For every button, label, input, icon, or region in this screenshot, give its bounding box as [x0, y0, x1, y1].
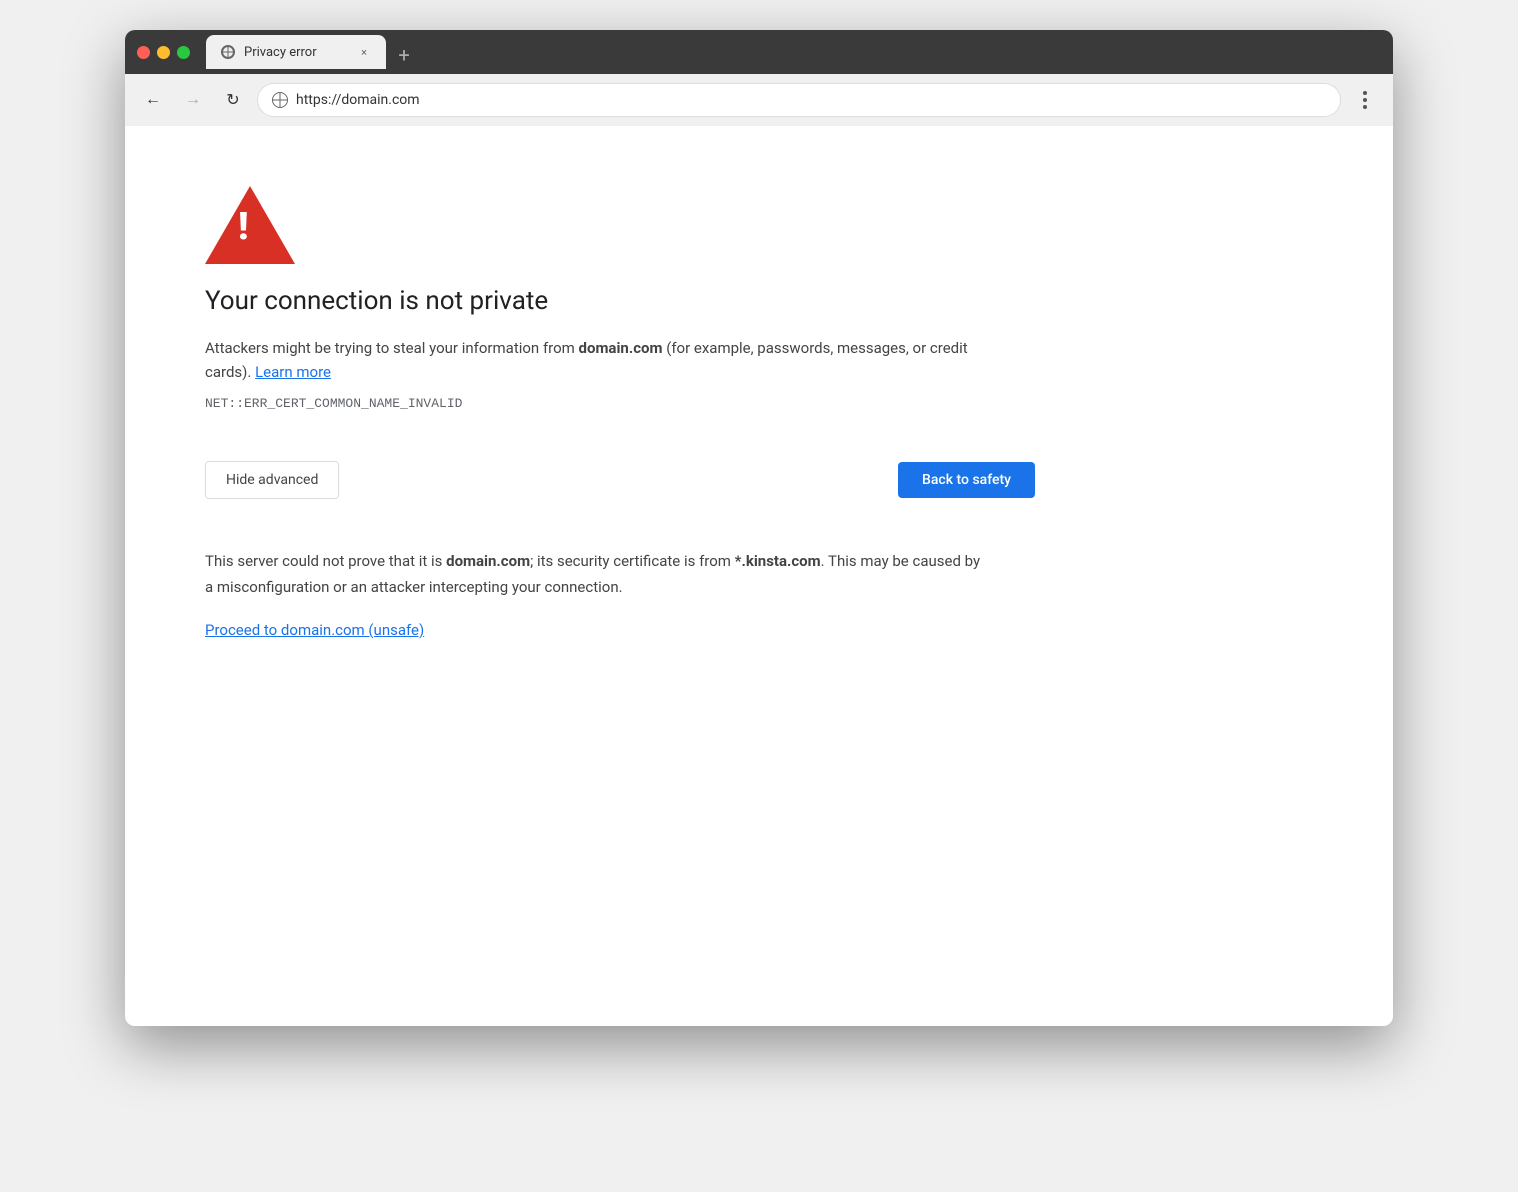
minimize-window-button[interactable]	[157, 46, 170, 59]
learn-more-link[interactable]: Learn more	[255, 363, 331, 381]
maximize-window-button[interactable]	[177, 46, 190, 59]
description-domain: domain.com	[579, 339, 663, 357]
title-bar: Privacy error × +	[125, 30, 1393, 74]
back-to-safety-button[interactable]: Back to safety	[898, 462, 1035, 498]
tab-favicon	[220, 44, 236, 60]
address-globe-icon	[272, 92, 288, 108]
browser-menu-button[interactable]	[1349, 84, 1381, 116]
traffic-lights	[137, 46, 190, 59]
reload-button[interactable]: ↻	[217, 84, 249, 116]
address-text: https://domain.com	[296, 92, 1326, 108]
nav-bar: ← → ↻ https://domain.com	[125, 74, 1393, 126]
tab-globe-icon	[221, 45, 235, 59]
browser-tab[interactable]: Privacy error ×	[206, 35, 386, 69]
browser-window: Privacy error × + ← → ↻ https://domain.c…	[125, 30, 1393, 1026]
tab-bar: Privacy error × +	[206, 35, 1381, 69]
error-heading: Your connection is not private	[205, 286, 1313, 316]
forward-button[interactable]: →	[177, 84, 209, 116]
back-button[interactable]: ←	[137, 84, 169, 116]
error-description: Attackers might be trying to steal your …	[205, 336, 985, 384]
button-row: Hide advanced Back to safety	[205, 461, 1035, 499]
advanced-domain: domain.com	[446, 552, 530, 570]
advanced-text: This server could not prove that it is d…	[205, 549, 985, 600]
page-content: Your connection is not private Attackers…	[125, 126, 1393, 1026]
warning-triangle-icon	[205, 186, 295, 264]
menu-dot-1	[1363, 91, 1367, 95]
hide-advanced-button[interactable]: Hide advanced	[205, 461, 339, 499]
close-window-button[interactable]	[137, 46, 150, 59]
proceed-unsafe-link[interactable]: Proceed to domain.com (unsafe)	[205, 621, 424, 639]
advanced-text-part1: This server could not prove that it is	[205, 552, 446, 570]
menu-dot-2	[1363, 98, 1367, 102]
new-tab-button[interactable]: +	[390, 41, 418, 69]
tab-close-button[interactable]: ×	[356, 44, 372, 60]
advanced-text-part2: ; its security certificate is from	[530, 552, 735, 570]
description-part1: Attackers might be trying to steal your …	[205, 339, 579, 357]
address-bar[interactable]: https://domain.com	[257, 83, 1341, 117]
advanced-cert-domain: *.kinsta.com	[735, 552, 821, 570]
error-code: NET::ERR_CERT_COMMON_NAME_INVALID	[205, 396, 1313, 411]
tab-label: Privacy error	[244, 45, 348, 60]
menu-dot-3	[1363, 105, 1367, 109]
warning-icon	[205, 186, 285, 256]
